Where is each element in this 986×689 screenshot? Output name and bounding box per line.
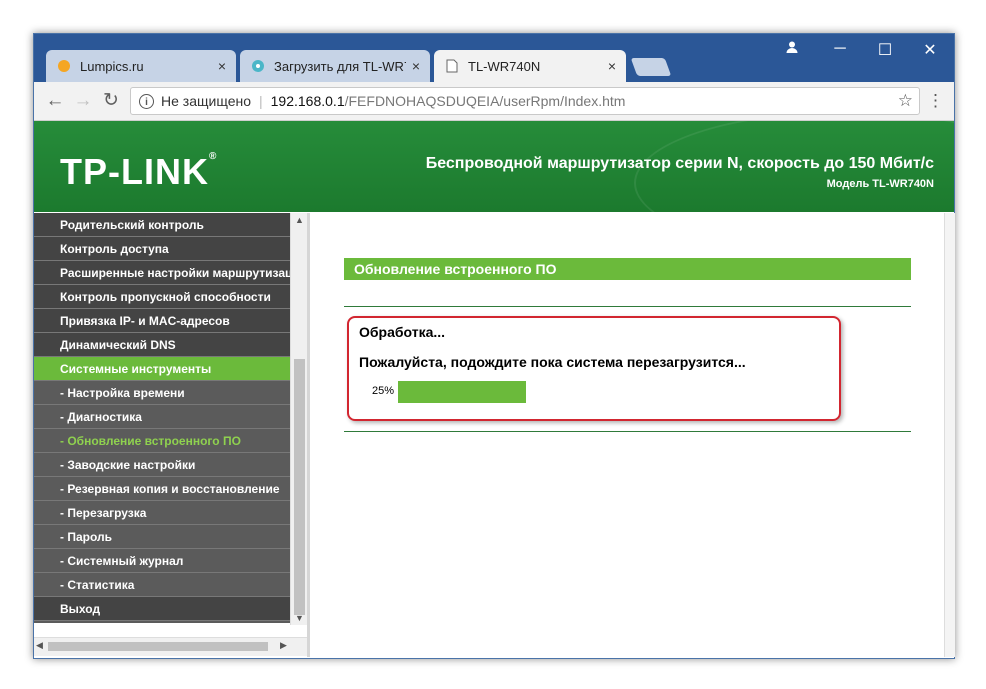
header-model: Модель TL-WR740N <box>826 178 934 190</box>
scrollbar-thumb[interactable] <box>48 642 268 651</box>
address-host: 192.168.0.1 <box>270 93 345 109</box>
progress-percent: 25% <box>372 385 395 397</box>
scroll-down-arrow-icon[interactable]: ▼ <box>291 613 308 623</box>
status-processing: Обработка... <box>359 324 446 340</box>
sidebar-item[interactable]: Родительский контроль <box>34 213 290 237</box>
sidebar-item[interactable]: - Статистика <box>34 573 290 597</box>
address-path: /FEFDNOHAQSDUQEIA/userRpm/Index.htm <box>344 93 626 109</box>
security-label: Не защищено <box>161 93 251 109</box>
scroll-left-arrow-icon[interactable]: ◀ <box>36 640 43 651</box>
sidebar-item[interactable]: Привязка IP- и MAC-адресов <box>34 309 290 333</box>
tab-download[interactable]: Загрузить для TL-WR740 × <box>240 50 430 82</box>
divider-line <box>344 431 911 432</box>
lumpics-favicon-icon <box>56 58 72 74</box>
address-bar[interactable]: i Не защищено | 192.168.0.1 /FEFDNOHAQSD… <box>130 87 920 115</box>
sidebar-item[interactable]: - Системный журнал <box>34 549 290 573</box>
progress-fill <box>398 381 526 403</box>
sidebar-item[interactable]: - Диагностика <box>34 405 290 429</box>
main-content: Обновление встроенного ПО Обработка... П… <box>310 213 944 657</box>
info-icon[interactable]: i <box>139 93 154 109</box>
sidebar-item[interactable]: Динамический DNS <box>34 333 290 357</box>
sidebar-item[interactable]: Выход <box>34 597 290 621</box>
divider-line <box>344 306 911 307</box>
bookmark-star-icon[interactable]: ☆ <box>898 91 913 111</box>
tab-close-icon[interactable]: × <box>608 58 616 74</box>
tab-label: Загрузить для TL-WR740 <box>274 58 406 74</box>
sidebar-item[interactable]: Контроль пропускной способности <box>34 285 290 309</box>
forward-button[interactable]: → <box>72 91 94 111</box>
tab-label: Lumpics.ru <box>80 58 144 74</box>
tab-close-icon[interactable]: × <box>412 58 420 74</box>
tplink-logo: TP-LINK® <box>60 151 218 192</box>
tab-close-icon[interactable]: × <box>218 58 226 74</box>
sidebar-item[interactable]: - Обновление встроенного ПО <box>34 429 290 453</box>
header-title: Беспроводной маршрутизатор серии N, скор… <box>425 155 934 172</box>
minimize-button[interactable]: ─ <box>830 40 850 58</box>
router-sidebar-menu: Родительский контроль Контроль доступа Рас… <box>34 213 290 623</box>
scroll-right-arrow-icon[interactable]: ▶ <box>280 640 287 651</box>
reload-button[interactable]: ↻ <box>100 91 122 111</box>
browser-menu-icon[interactable]: ⋮ <box>927 91 944 111</box>
sidebar-item[interactable]: - Заводские настройки <box>34 453 290 477</box>
scroll-up-arrow-icon[interactable]: ▲ <box>291 215 308 225</box>
sidebar-item[interactable]: - Перезагрузка <box>34 501 290 525</box>
new-tab-button[interactable] <box>630 58 672 76</box>
content-scroll-edge <box>944 213 955 657</box>
sidebar-vertical-scrollbar[interactable]: ▲ ▼ <box>290 213 308 625</box>
sidebar-item[interactable]: Контроль доступа <box>34 237 290 261</box>
sidebar-item[interactable]: - Настройка времени <box>34 381 290 405</box>
sidebar-item[interactable]: Расширенные настройки маршрутизации <box>34 261 290 285</box>
sidebar-item[interactable]: Системные инструменты <box>34 357 290 381</box>
browser-toolbar: ← → ↻ i Не защищено | 192.168.0.1 /FEFDN… <box>34 82 954 121</box>
tab-router[interactable]: TL-WR740N × <box>434 50 626 82</box>
tab-lumpics[interactable]: Lumpics.ru × <box>46 50 236 82</box>
back-button[interactable]: ← <box>44 91 66 111</box>
logo-text: TP-LINK <box>60 151 209 192</box>
sidebar-item[interactable]: - Резервная копия и восстановление <box>34 477 290 501</box>
page-icon <box>444 58 460 74</box>
section-title: Обновление встроенного ПО <box>344 258 911 280</box>
maximize-button[interactable]: ☐ <box>875 40 895 60</box>
title-bar: Lumpics.ru × Загрузить для TL-WR740 × TL… <box>34 34 954 82</box>
close-window-button[interactable]: ✕ <box>920 40 940 60</box>
tab-label: TL-WR740N <box>468 58 541 74</box>
scrollbar-thumb[interactable] <box>294 359 305 615</box>
progress-bar <box>398 381 526 403</box>
browser-window: Lumpics.ru × Загрузить для TL-WR740 × TL… <box>33 33 955 659</box>
sidebar-horizontal-scrollbar[interactable]: ◀ ▶ <box>34 637 307 656</box>
profile-icon[interactable] <box>782 40 802 59</box>
address-separator: | <box>259 93 263 109</box>
router-header: TP-LINK® Беспроводной маршрутизатор сери… <box>34 121 954 212</box>
tplink-favicon-icon <box>250 58 266 74</box>
status-wait-message: Пожалуйста, подождите пока система перез… <box>359 354 746 370</box>
sidebar-item[interactable]: - Пароль <box>34 525 290 549</box>
